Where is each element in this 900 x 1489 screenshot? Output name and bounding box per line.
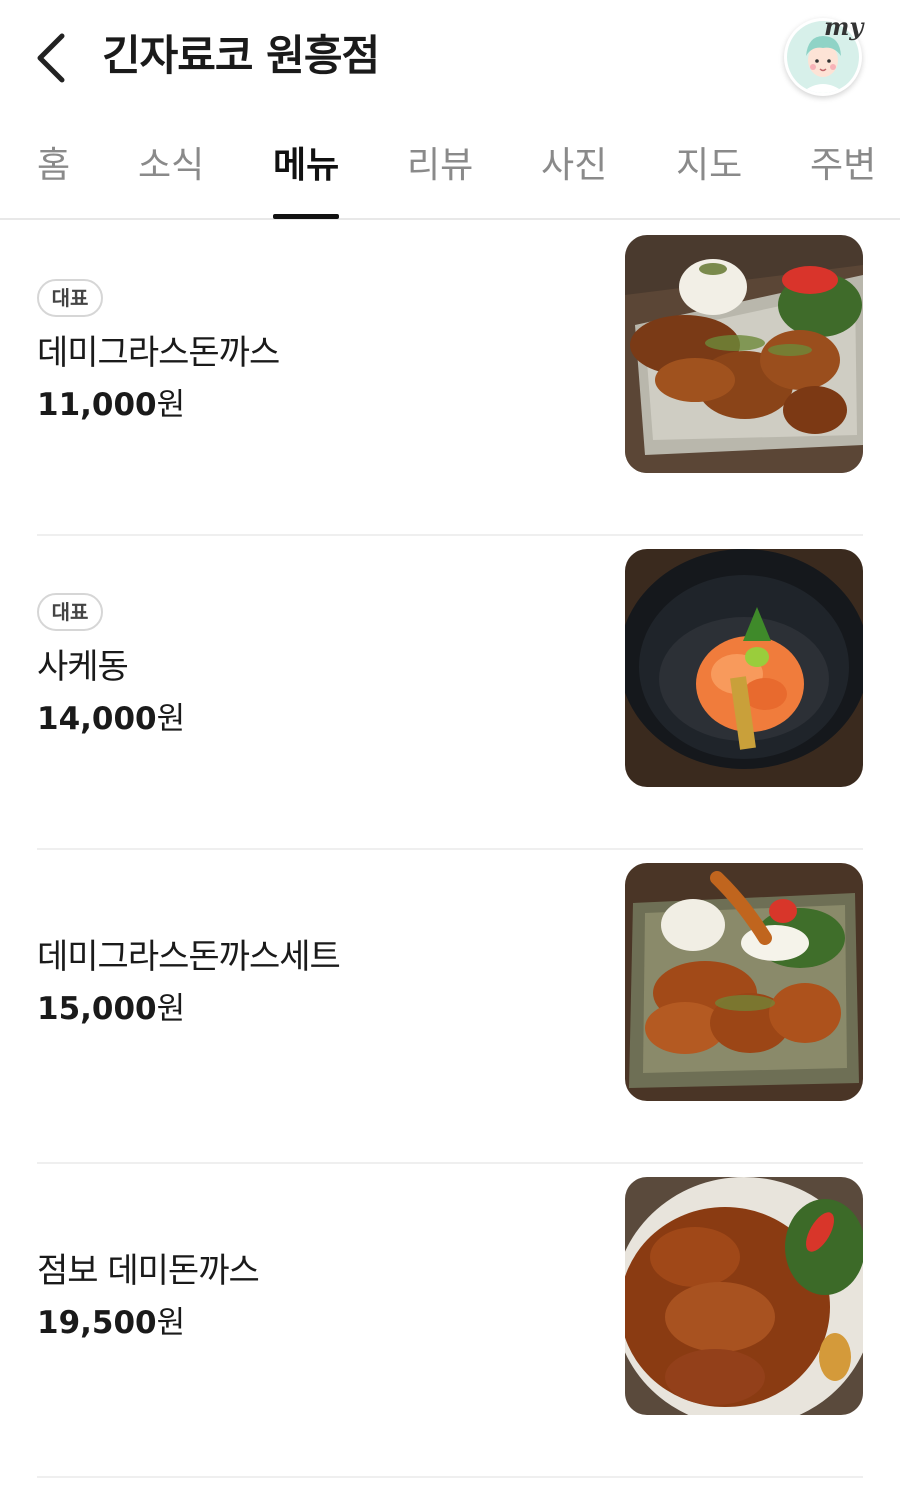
- menu-item[interactable]: 점보 데미돈까스 19,500원: [0, 1164, 900, 1478]
- avatar-my-label: my: [824, 12, 864, 41]
- menu-item-photo: [625, 549, 863, 787]
- active-tab-indicator: [273, 214, 339, 219]
- menu-item-name: 데미그라스돈까스세트: [37, 937, 341, 977]
- chevron-left-icon: [37, 33, 65, 83]
- tab-reviews[interactable]: 리뷰: [407, 142, 473, 190]
- back-button[interactable]: [28, 28, 78, 88]
- tab-map[interactable]: 지도: [676, 142, 742, 190]
- menu-item-price: 14,000원: [37, 701, 186, 737]
- tab-menu[interactable]: 메뉴: [273, 142, 339, 190]
- tab-home[interactable]: 홈: [37, 142, 70, 190]
- tab-news[interactable]: 소식: [138, 142, 204, 190]
- signature-badge: 대표: [37, 593, 103, 631]
- tab-photos[interactable]: 사진: [541, 142, 607, 190]
- menu-item-photo: [625, 863, 863, 1101]
- menu-item-price: 19,500원: [37, 1305, 186, 1341]
- menu-item-name: 점보 데미돈까스: [37, 1251, 260, 1291]
- menu-item[interactable]: 대표 사케동 14,000원: [0, 536, 900, 850]
- tab-bar: 홈 소식 메뉴 리뷰 사진 지도 주변: [0, 120, 900, 220]
- menu-item-name: 데미그라스돈까스: [37, 333, 280, 373]
- tab-nearby[interactable]: 주변: [810, 142, 876, 190]
- app-header: 긴자료코 원흥점 my: [0, 0, 900, 115]
- my-profile-button[interactable]: my: [784, 12, 863, 96]
- menu-item[interactable]: 대표 데미그라스돈까스 11,000원: [0, 222, 900, 536]
- divider: [37, 1476, 863, 1478]
- menu-item[interactable]: 데미그라스돈까스세트 15,000원: [0, 850, 900, 1164]
- menu-item-price: 15,000원: [37, 991, 186, 1027]
- menu-item-name: 사케동: [37, 647, 129, 687]
- menu-item-price: 11,000원: [37, 387, 186, 423]
- page-title: 긴자료코 원흥점: [102, 31, 380, 80]
- signature-badge: 대표: [37, 279, 103, 317]
- menu-item-photo: [625, 1177, 863, 1415]
- menu-item-photo: [625, 235, 863, 473]
